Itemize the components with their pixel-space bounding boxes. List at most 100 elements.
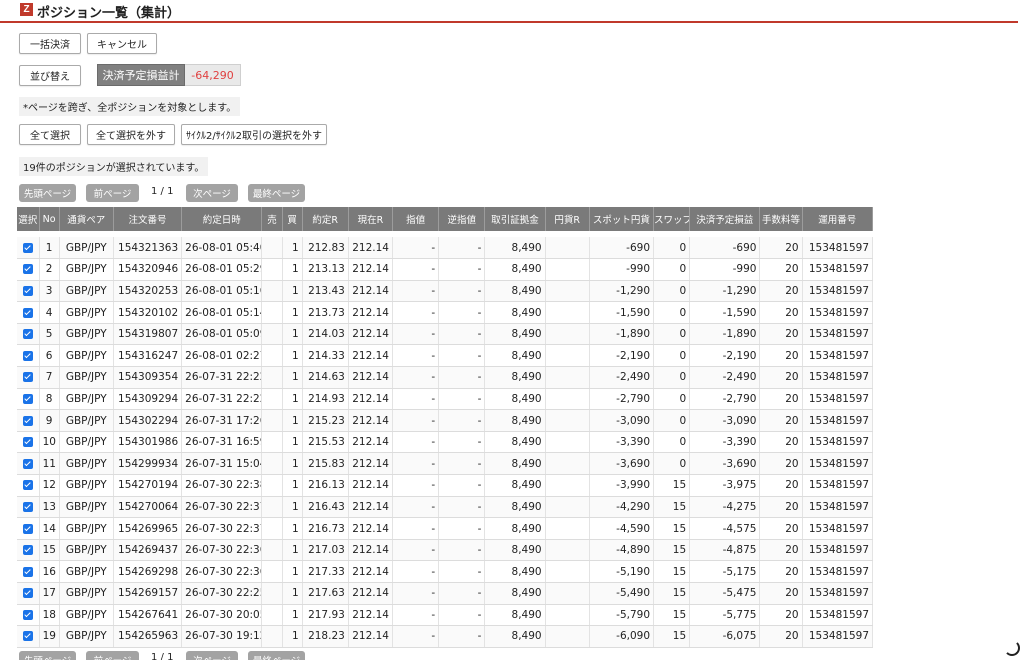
table-row[interactable]: 7 GBP/JPY 154309354 26-07-31 22:22 1 214.63 21…: [17, 366, 874, 389]
table-row[interactable]: 5 GBP/JPY 154319807 26-08-01 05:09 1 214.03 21…: [17, 323, 874, 346]
cell-date: 26-07-31 22:22: [181, 366, 263, 389]
cell-yen: [545, 431, 590, 454]
select-all-button[interactable]: 全て選択: [19, 124, 81, 145]
prev-page-button[interactable]: 前ページ: [86, 184, 139, 202]
row-checkbox[interactable]: [22, 393, 33, 404]
cell-buy: 1: [282, 258, 303, 281]
cell-date: 26-08-01 05:14: [181, 301, 263, 324]
cell-cur: 212.14: [348, 366, 393, 389]
cell-margin: 8,490: [484, 496, 546, 519]
select-cell[interactable]: [17, 474, 40, 497]
table-row[interactable]: 1 GBP/JPY 154321363 26-08-01 05:40 1 212.83 21…: [17, 237, 874, 260]
row-checkbox[interactable]: [22, 458, 33, 469]
row-checkbox[interactable]: [22, 480, 33, 491]
select-cell[interactable]: [17, 517, 40, 540]
table-row[interactable]: 13 GBP/JPY 154270064 26-07-30 22:37 1 216.43 2…: [17, 496, 874, 519]
sort-button[interactable]: 並び替え: [19, 65, 81, 86]
select-cell[interactable]: [17, 366, 40, 389]
table-row[interactable]: 3 GBP/JPY 154320253 26-08-01 05:16 1 213.43 21…: [17, 280, 874, 303]
first-page-button-bottom[interactable]: 先頭ページ: [19, 651, 76, 660]
first-page-button[interactable]: 先頭ページ: [19, 184, 76, 202]
select-cell[interactable]: [17, 258, 40, 281]
row-checkbox[interactable]: [22, 588, 33, 599]
prev-page-button-bottom[interactable]: 前ページ: [86, 651, 139, 660]
select-cell[interactable]: [17, 280, 40, 303]
table-row[interactable]: 12 GBP/JPY 154270194 26-07-30 22:38 1 216.13 2…: [17, 474, 874, 497]
cell-cur: 212.14: [348, 625, 393, 648]
positions-table: 選択 No 通貨ペア 注文番号 約定日時売買約定R 現在R 指値 逆指値 取引証拠金 円貨R スポッ…: [17, 207, 874, 648]
cell-op: 153481597: [802, 344, 874, 368]
row-checkbox[interactable]: [22, 285, 33, 296]
table-row[interactable]: 18 GBP/JPY 154267641 26-07-30 20:05 1 217.93 2…: [17, 604, 874, 627]
next-page-button-bottom[interactable]: 次ページ: [186, 651, 238, 660]
table-row[interactable]: 6 GBP/JPY 154316247 26-08-01 02:27 1 214.33 21…: [17, 344, 874, 368]
cell-yen: [545, 625, 590, 648]
row-checkbox[interactable]: [22, 501, 33, 512]
row-checkbox[interactable]: [22, 350, 33, 361]
row-checkbox[interactable]: [22, 631, 33, 642]
page-indicator: 1 / 1: [151, 186, 174, 197]
cell-pl: -990: [689, 258, 761, 281]
row-checkbox[interactable]: [22, 545, 33, 556]
select-cell[interactable]: [17, 604, 40, 627]
table-row[interactable]: 2 GBP/JPY 154320946 26-08-01 05:29 1 213.13 21…: [17, 258, 874, 281]
cell-swap: 15: [653, 582, 691, 605]
cell-no: 13: [39, 496, 60, 519]
row-checkbox[interactable]: [22, 372, 33, 383]
row-checkbox[interactable]: [22, 329, 33, 340]
cell-no: 4: [39, 301, 60, 324]
table-row[interactable]: 11 GBP/JPY 154299934 26-07-31 15:04 1 215.83 2…: [17, 452, 874, 476]
row-checkbox[interactable]: [22, 523, 33, 534]
row-checkbox[interactable]: [22, 307, 33, 318]
table-row[interactable]: 8 GBP/JPY 154309294 26-07-31 22:22 1 214.93 21…: [17, 388, 874, 411]
select-cell[interactable]: [17, 582, 40, 605]
deselect-all-button[interactable]: 全て選択を外す: [87, 124, 175, 145]
select-cell[interactable]: [17, 560, 40, 583]
select-cell[interactable]: [17, 301, 40, 324]
select-cell[interactable]: [17, 452, 40, 476]
table-row[interactable]: 15 GBP/JPY 154269437 26-07-30 22:36 1 217.03 2…: [17, 539, 874, 562]
cell-buy: 1: [282, 280, 303, 303]
cell-yen: [545, 366, 590, 389]
select-cell[interactable]: [17, 237, 40, 260]
select-cell[interactable]: [17, 496, 40, 519]
table-row[interactable]: 14 GBP/JPY 154269965 26-07-30 22:37 1 216.73 2…: [17, 517, 874, 540]
row-checkbox[interactable]: [22, 609, 33, 620]
cell-op: 153481597: [802, 323, 874, 346]
last-page-button[interactable]: 最終ページ: [248, 184, 305, 202]
table-row[interactable]: 9 GBP/JPY 154302294 26-07-31 17:26 1 215.23 21…: [17, 409, 874, 432]
cell-rate: 212.83: [302, 237, 349, 260]
table-row[interactable]: 17 GBP/JPY 154269157 26-07-30 22:25 1 217.63 2…: [17, 582, 874, 605]
cell-op: 153481597: [802, 237, 874, 260]
table-row[interactable]: 19 GBP/JPY 154265963 26-07-30 19:12 1 218.23 2…: [17, 625, 874, 648]
row-checkbox[interactable]: [22, 415, 33, 426]
cell-pair: GBP/JPY: [59, 560, 114, 583]
select-cell[interactable]: [17, 409, 40, 432]
select-cell[interactable]: [17, 431, 40, 454]
row-checkbox[interactable]: [22, 264, 33, 275]
select-cell[interactable]: [17, 625, 40, 648]
select-cell[interactable]: [17, 388, 40, 411]
cancel-button[interactable]: キャンセル: [87, 33, 157, 54]
select-cell[interactable]: [17, 539, 40, 562]
row-checkbox[interactable]: [22, 566, 33, 577]
cell-sell: [261, 517, 283, 540]
row-checkbox[interactable]: [22, 242, 33, 253]
cell-pl: -6,075: [689, 625, 761, 648]
table-row[interactable]: 16 GBP/JPY 154269298 26-07-30 22:36 1 217.33 2…: [17, 560, 874, 583]
select-cell[interactable]: [17, 344, 40, 368]
deselect-cycle-button[interactable]: ｻｲｸﾙ2/ｻｲｸﾙ2取引の選択を外す: [181, 124, 327, 145]
row-checkbox[interactable]: [22, 437, 33, 448]
settlement-pl-value: -64,290: [185, 64, 241, 86]
cell-stop: -: [438, 496, 486, 519]
bulk-settle-button[interactable]: 一括決済: [19, 33, 81, 54]
cell-stop: -: [438, 301, 486, 324]
next-page-button[interactable]: 次ページ: [186, 184, 238, 202]
table-row[interactable]: 4 GBP/JPY 154320102 26-08-01 05:14 1 213.73 21…: [17, 301, 874, 324]
table-row[interactable]: 10 GBP/JPY 154301986 26-07-31 16:59 1 215.53 2…: [17, 431, 874, 454]
cell-fee: 20: [759, 604, 803, 627]
cell-pair: GBP/JPY: [59, 323, 114, 346]
last-page-button-bottom[interactable]: 最終ページ: [248, 651, 305, 660]
page-scope-note: *ページを跨ぎ、全ポジションを対象とします。: [19, 97, 241, 116]
select-cell[interactable]: [17, 323, 40, 346]
